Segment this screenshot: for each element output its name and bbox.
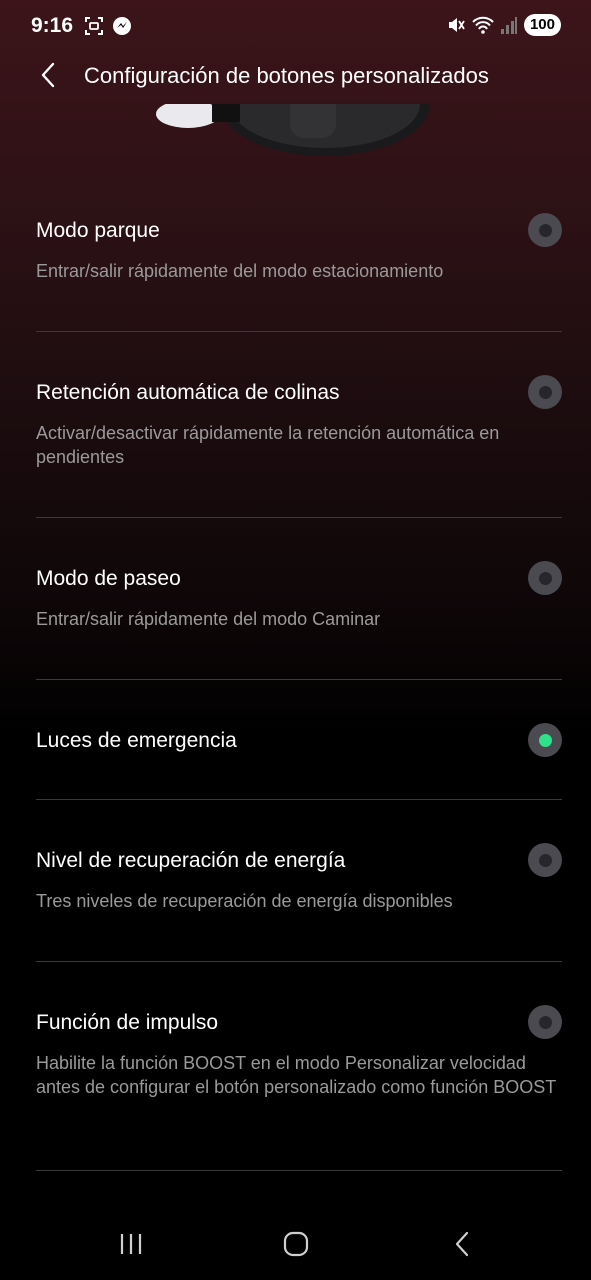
system-nav-bar <box>0 1208 591 1280</box>
option-description: Tres niveles de recuperación de energía … <box>36 891 453 911</box>
scooter-image <box>150 104 440 160</box>
recent-apps-icon <box>120 1234 142 1254</box>
option-title: Nivel de recuperación de energía <box>36 849 346 872</box>
option-description: Entrar/salir rápidamente del modo estaci… <box>36 261 444 281</box>
home-icon <box>283 1231 309 1257</box>
home-button[interactable] <box>276 1226 316 1262</box>
option-description: Activar/desactivar rápidamente la retenc… <box>36 423 500 467</box>
option-hazard-lights[interactable]: Luces de emergencia <box>36 680 562 800</box>
radio-button-selected[interactable] <box>528 723 562 757</box>
option-boost[interactable]: Función de impulso Habilite la función B… <box>36 962 562 1171</box>
radio-button[interactable] <box>528 843 562 877</box>
radio-button[interactable] <box>528 561 562 595</box>
chevron-left-icon <box>41 62 55 88</box>
option-title: Retención automática de colinas <box>36 381 340 404</box>
wifi-icon <box>472 16 494 34</box>
custom-button-options: Modo parque Entrar/salir rápidamente del… <box>36 170 562 1171</box>
radio-button[interactable] <box>528 213 562 247</box>
messenger-icon <box>113 17 131 35</box>
system-back-button[interactable] <box>442 1226 482 1262</box>
radio-button[interactable] <box>528 1005 562 1039</box>
recent-apps-button[interactable] <box>111 1226 151 1262</box>
option-title: Modo de paseo <box>36 567 181 590</box>
battery-indicator: 100 <box>523 14 561 36</box>
screenshot-icon <box>85 17 103 35</box>
option-park-mode[interactable]: Modo parque Entrar/salir rápidamente del… <box>36 170 562 332</box>
signal-icon <box>500 17 517 34</box>
option-description: Habilite la función BOOST en el modo Per… <box>36 1053 557 1097</box>
option-title: Modo parque <box>36 219 160 242</box>
status-time: 9:16 <box>31 14 74 37</box>
page-title: Configuración de botones personalizados <box>84 63 489 88</box>
back-button[interactable] <box>34 60 62 90</box>
option-title: Función de impulso <box>36 1011 219 1034</box>
back-icon <box>455 1231 469 1257</box>
app-header: Configuración de botones personalizados <box>0 56 591 100</box>
option-description: Entrar/salir rápidamente del modo Camina… <box>36 609 381 629</box>
status-bar: 9:16 100 <box>0 0 591 56</box>
option-hill-hold[interactable]: Retención automática de colinas Activar/… <box>36 332 562 518</box>
option-energy-recovery[interactable]: Nivel de recuperación de energía Tres ni… <box>36 800 562 962</box>
mute-icon <box>448 18 465 32</box>
radio-button[interactable] <box>528 375 562 409</box>
option-title: Luces de emergencia <box>36 729 237 752</box>
option-walk-mode[interactable]: Modo de paseo Entrar/salir rápidamente d… <box>36 518 562 680</box>
